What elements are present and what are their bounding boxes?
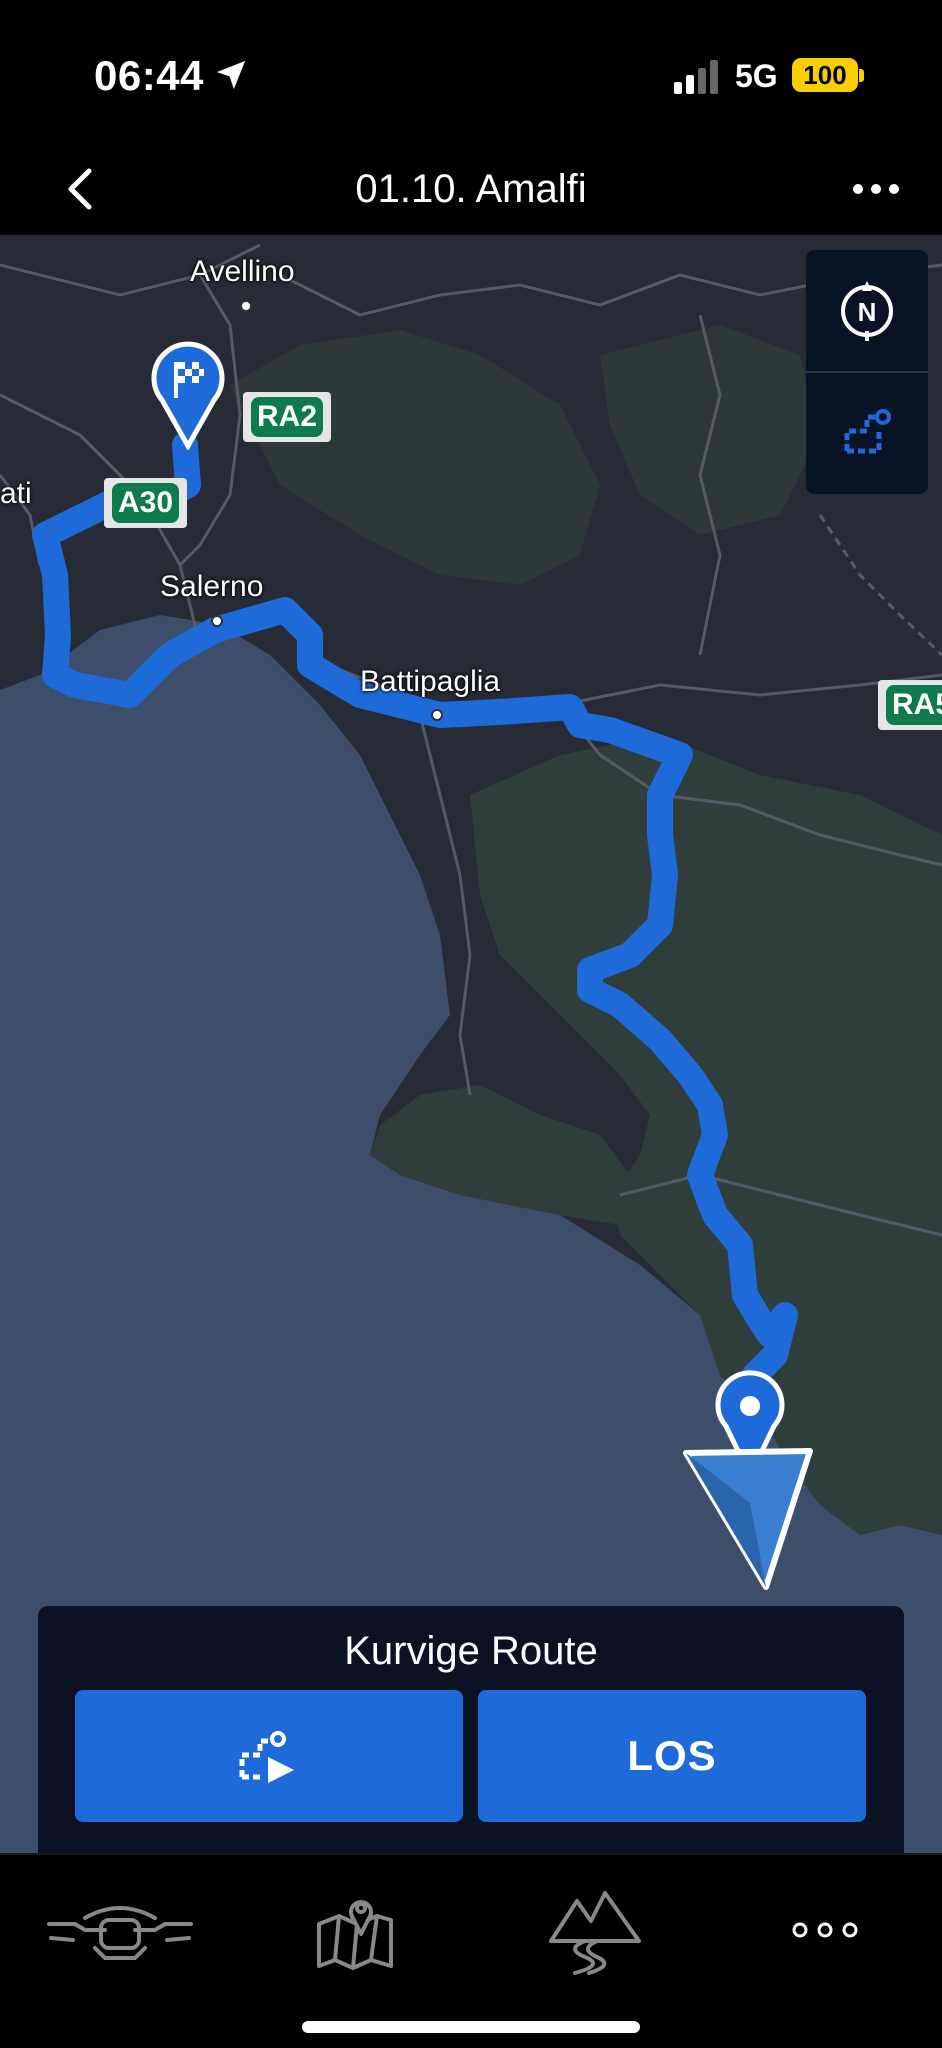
more-options-button[interactable] [846,159,906,219]
home-indicator [302,2021,640,2033]
route-panel: Kurvige Route LOS [38,1606,904,1866]
city-dot-avellino [240,300,252,312]
road-shield-ra5: RA5 [878,680,942,730]
road-shield-a30: A30 [104,478,188,528]
city-label-partial: ati [0,477,32,510]
battery-level: 100 [803,60,847,90]
city-dot-salerno [211,615,223,627]
current-position-arrow-icon [683,1448,813,1590]
more-dots-icon [792,1922,858,1938]
tab-map[interactable] [280,1875,430,1985]
city-label-avellino: Avellino [190,255,295,288]
status-time: 06:44 [94,52,204,99]
nav-header: 01.10. Amalfi [0,145,942,235]
map-pin-icon [317,1900,393,1970]
start-navigation-label: LOS [627,1732,717,1779]
road-shield-a30-label: A30 [112,483,180,523]
more-horizontal-icon [853,184,899,194]
destination-flag-pin-icon[interactable] [150,340,226,450]
route-preview-play-icon [239,1731,294,1783]
tab-more[interactable] [760,1875,890,1985]
battery-cap [859,69,864,82]
motorcycle-icon [47,1906,193,1960]
compass-button[interactable]: N [806,250,928,372]
road-shield-ra2-label: RA2 [251,397,324,437]
mountain-road-icon [549,1891,641,1975]
road-shield-ra2: RA2 [243,392,332,442]
status-bar: 06:44 5G 100 [0,0,942,145]
page-title: 01.10. Amalfi [355,167,587,211]
tab-routes[interactable] [520,1875,670,1985]
bottom-tab-bar [0,1853,942,2048]
battery-icon: 100 [792,58,858,92]
signal-bars-icon [674,60,718,94]
route-overview-icon [844,409,891,454]
road-shield-ra5-label: RA5 [886,685,942,725]
svg-text:N: N [858,297,877,327]
route-type-title: Kurvige Route [344,1629,598,1673]
network-type: 5G [735,58,778,94]
city-label-salerno: Salerno [160,570,264,603]
location-arrow-icon [216,60,246,90]
city-label-battipaglia: Battipaglia [360,665,501,698]
tab-ride[interactable] [40,1875,200,1985]
compass-north-icon: N [841,281,893,341]
city-dot-battipaglia [431,709,443,721]
route-overview-button[interactable] [806,372,928,494]
start-navigation-button[interactable]: LOS [478,1690,866,1822]
map-controls: N [806,250,928,494]
route-preview-button[interactable] [75,1690,463,1822]
